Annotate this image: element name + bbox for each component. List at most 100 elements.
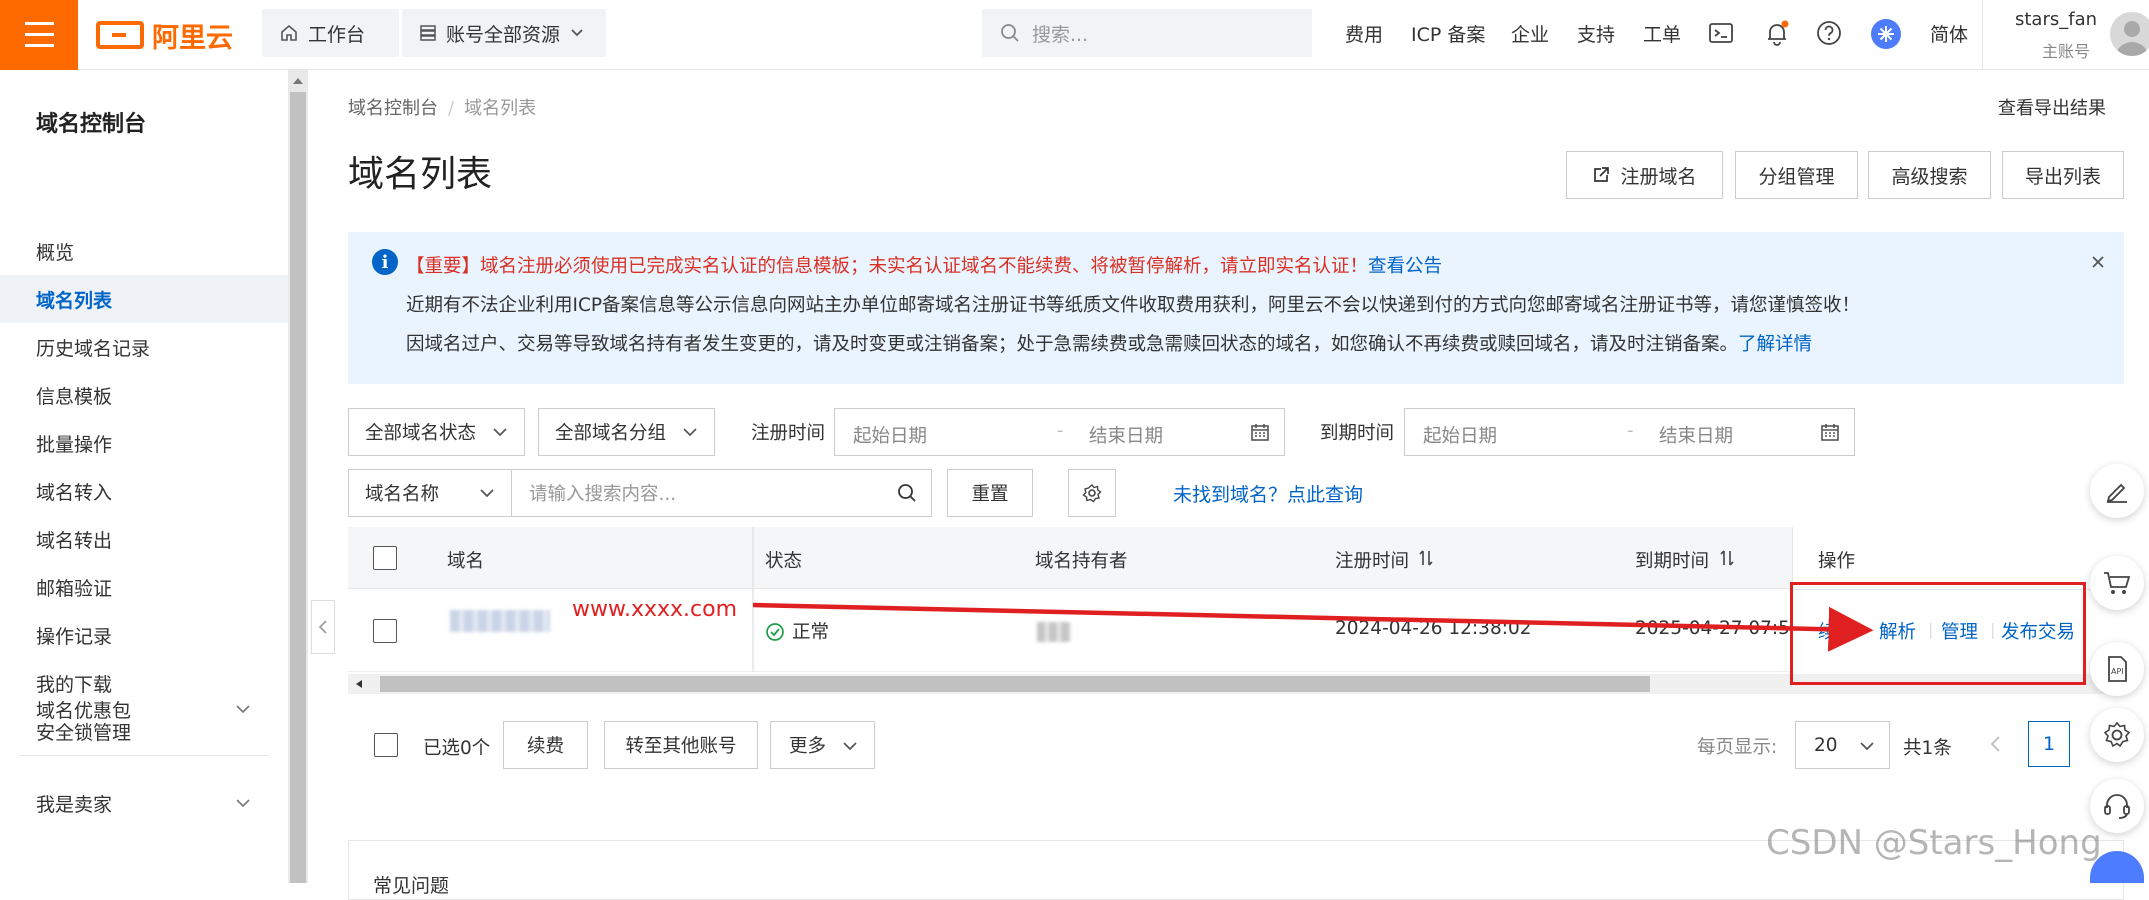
- sidebar-scroll-thumb[interactable]: [290, 92, 306, 883]
- table-scroll-thumb[interactable]: [380, 676, 1650, 692]
- scroll-up-icon[interactable]: [292, 76, 304, 86]
- assistant-icon[interactable]: [1871, 19, 1901, 49]
- prev-page-icon[interactable]: [1988, 734, 2002, 754]
- sidebar-item-overview[interactable]: 概览: [0, 227, 288, 275]
- sidebar-item-op-log[interactable]: 操作记录: [0, 611, 288, 659]
- transfer-account-button[interactable]: 转至其他账号: [604, 721, 758, 769]
- reset-button[interactable]: 重置: [947, 469, 1033, 517]
- reg-time-label: 注册时间: [751, 423, 826, 444]
- settings-float-button[interactable]: [2090, 708, 2144, 762]
- group-manage-label: 分组管理: [1758, 165, 1835, 188]
- page-1-button[interactable]: 1: [2028, 721, 2070, 767]
- exp-time-label: 到期时间: [1320, 423, 1395, 444]
- reg-end-date[interactable]: 结束日期: [1089, 422, 1163, 448]
- feedback-button[interactable]: [2090, 464, 2144, 518]
- calendar-icon[interactable]: [1820, 422, 1840, 442]
- col-operations: 操作: [1818, 551, 1856, 572]
- view-export-results-link[interactable]: 查看导出结果: [1998, 94, 2106, 120]
- search-icon[interactable]: [897, 483, 917, 503]
- group-manage-button[interactable]: 分组管理: [1735, 151, 1858, 199]
- exp-date-range[interactable]: 起始日期 - 结束日期: [1404, 408, 1855, 456]
- nav-icp[interactable]: ICP 备案: [1411, 20, 1485, 47]
- settings-button[interactable]: [1068, 469, 1116, 517]
- sidebar-item-domain-list[interactable]: 域名列表: [0, 275, 288, 323]
- workbench-button[interactable]: 工作台: [262, 9, 399, 57]
- info-icon: i: [372, 249, 398, 275]
- close-icon[interactable]: [2090, 254, 2106, 270]
- reg-start-date[interactable]: 起始日期: [853, 422, 927, 448]
- bell-icon[interactable]: [1763, 19, 1791, 47]
- aliyun-logo[interactable]: 阿里云: [96, 17, 233, 54]
- api-button[interactable]: API: [2090, 642, 2144, 696]
- more-dropdown[interactable]: 更多: [770, 721, 875, 769]
- cart-button[interactable]: [2090, 556, 2144, 610]
- blurred-holder: [1037, 622, 1071, 642]
- transfer-account-label: 转至其他账号: [625, 736, 737, 757]
- avatar[interactable]: [2110, 12, 2149, 56]
- select-all-checkbox[interactable]: [373, 546, 397, 570]
- row-checkbox[interactable]: [373, 619, 397, 643]
- external-link-icon: [1594, 167, 1610, 182]
- global-search-input[interactable]: 搜索...: [982, 9, 1312, 57]
- nav-enterprise[interactable]: 企业: [1511, 20, 1549, 47]
- selected-count: 已选0个: [423, 738, 491, 759]
- sidebar-item-transfer-in[interactable]: 域名转入: [0, 467, 288, 515]
- chevron-down-icon: [683, 428, 697, 437]
- sidebar-divider: [18, 755, 268, 756]
- exp-end-date[interactable]: 结束日期: [1659, 422, 1733, 448]
- terminal-icon[interactable]: [1707, 19, 1735, 47]
- chevron-down-icon: [843, 742, 857, 751]
- bulk-select-checkbox[interactable]: [374, 733, 398, 757]
- domain-not-found-link[interactable]: 未找到域名？点此查询: [1173, 480, 1363, 507]
- language-switch[interactable]: 简体: [1930, 20, 1968, 47]
- domain-search-input[interactable]: 请输入搜索内容...: [511, 469, 932, 517]
- sidebar-collapse-toggle[interactable]: [311, 600, 335, 654]
- more-label: 更多: [789, 736, 827, 757]
- sort-icon[interactable]: [1418, 549, 1434, 567]
- sidebar-item-email-verify[interactable]: 邮箱验证: [0, 563, 288, 611]
- blurred-domain-name[interactable]: [450, 610, 550, 632]
- sidebar-item-history[interactable]: 历史域名记录: [0, 323, 288, 371]
- gear-icon: [2103, 721, 2131, 748]
- per-page-select[interactable]: 20: [1795, 721, 1890, 769]
- sidebar-title: 域名控制台: [36, 112, 147, 137]
- register-domain-button[interactable]: 注册域名: [1566, 151, 1723, 199]
- export-list-button[interactable]: 导出列表: [2002, 151, 2124, 199]
- sidebar-item-discount-pack[interactable]: 域名优惠包: [0, 685, 288, 733]
- menu-icon[interactable]: [0, 0, 78, 70]
- sidebar-item-batch[interactable]: 批量操作: [0, 419, 288, 467]
- scroll-left-icon[interactable]: [354, 679, 364, 689]
- search-icon: [1001, 24, 1019, 42]
- calendar-icon[interactable]: [1250, 422, 1270, 442]
- sidebar-item-transfer-out[interactable]: 域名转出: [0, 515, 288, 563]
- edit-icon: [2106, 483, 2127, 503]
- sidebar-item-templates[interactable]: 信息模板: [0, 371, 288, 419]
- sort-icon[interactable]: [1719, 549, 1735, 567]
- nav-billing[interactable]: 费用: [1345, 20, 1383, 47]
- group-filter-select[interactable]: 全部域名分组: [538, 408, 715, 456]
- search-field-select[interactable]: 域名名称: [348, 469, 512, 517]
- annotation-url-label: www.xxxx.com: [572, 597, 738, 622]
- nav-support[interactable]: 支持: [1577, 20, 1615, 47]
- resources-dropdown[interactable]: 账号全部资源: [402, 9, 606, 57]
- svg-text:API: API: [2111, 667, 2124, 676]
- sidebar-item-label: 域名优惠包: [36, 699, 132, 722]
- reg-date-range[interactable]: 起始日期 - 结束日期: [834, 408, 1285, 456]
- page-title: 域名列表: [348, 154, 493, 195]
- brand-name: 阿里云: [152, 22, 233, 54]
- user-name[interactable]: stars_fan: [2015, 9, 2097, 30]
- view-announcement-link[interactable]: 查看公告: [1368, 256, 1442, 277]
- nav-ticket[interactable]: 工单: [1643, 20, 1681, 47]
- breadcrumb-root[interactable]: 域名控制台: [348, 98, 438, 119]
- col-exp-time: 到期时间: [1635, 551, 1710, 572]
- status-filter-select[interactable]: 全部域名状态: [348, 408, 525, 456]
- sidebar-item-seller[interactable]: 我是卖家: [0, 779, 288, 827]
- learn-more-link[interactable]: 了解详情: [1738, 334, 1812, 355]
- bulk-renew-button[interactable]: 续费: [503, 721, 588, 769]
- sidebar-item-label: 我是卖家: [36, 793, 113, 816]
- exp-start-date[interactable]: 起始日期: [1423, 422, 1497, 448]
- divider: [1982, 0, 1983, 70]
- advanced-search-button[interactable]: 高级搜索: [1868, 151, 1991, 199]
- help-icon[interactable]: [1815, 19, 1843, 47]
- user-role: 主账号: [2042, 42, 2091, 61]
